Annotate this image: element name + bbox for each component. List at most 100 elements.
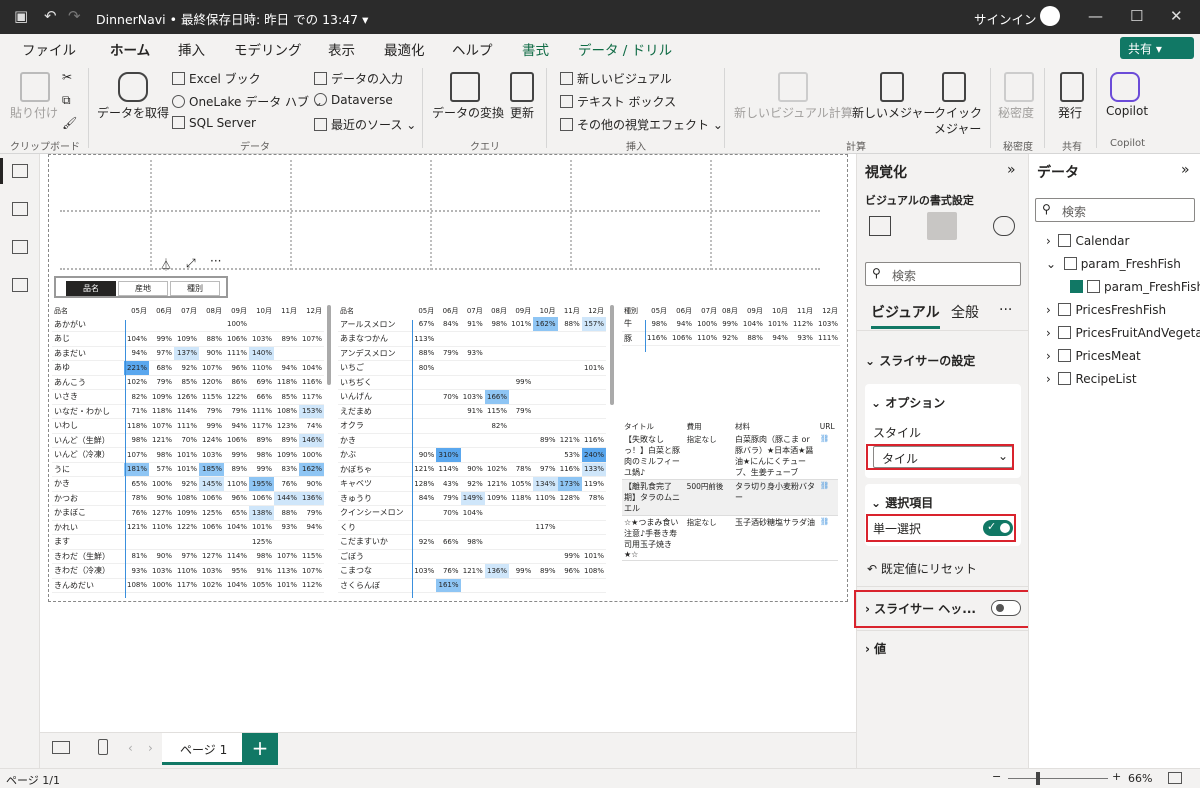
tree-item-pricesmeat[interactable]: › PricesMeat [1046,349,1141,363]
zoom-in-icon[interactable]: + [1112,770,1121,783]
table-row[interactable]: あまなつかん 113% [338,331,606,347]
table-row[interactable]: かまぼこ 76% 127% 109% 125% 65% 138% 88% 79% [52,505,324,521]
excel-workbook-button[interactable]: Excel ブック [172,70,261,87]
table-row[interactable]: いちご 80% 101% [338,360,606,376]
slicer-tile-shubetsu[interactable]: 種別 [170,281,220,296]
close-icon[interactable]: ✕ [1170,7,1183,25]
sign-in[interactable]: サインイン [974,9,1037,28]
sensitivity-button[interactable]: 秘密度 [998,104,1034,121]
save-icon[interactable]: ▣ [14,7,28,25]
filter-icon[interactable]: ⏃ [160,256,172,273]
collapse-icon[interactable]: » [1007,162,1016,178]
new-visual-calc-button[interactable]: 新しいビジュアル計算 [734,104,853,121]
options-section[interactable]: ⌄ オプション [871,394,945,411]
next-page-icon[interactable]: › [148,741,153,755]
prev-page-icon[interactable]: ‹ [128,741,133,755]
data-search-input[interactable]: ⚲ 検索 [1035,198,1195,222]
tree-item-param-freshfish[interactable]: ⌄ param_FreshFish [1046,257,1181,271]
table-row[interactable]: ます 125% [52,534,324,550]
table-row[interactable]: かき 89% 121% 116% [338,433,606,448]
table-row[interactable]: かつお 78% 90% 108% 106% 96% 106% 144% 136% [52,491,324,506]
table-row[interactable]: くり 117% [338,520,606,535]
scrollbar[interactable] [610,305,614,405]
tab-help[interactable]: ヘルプ [452,39,493,59]
build-visual-icon[interactable] [869,216,891,236]
reset-to-default[interactable]: ↶ 既定値にリセット [867,560,977,577]
get-data-button[interactable]: データを取得 [97,104,169,121]
cut-icon[interactable]: ✂ [62,70,72,84]
refresh-button[interactable]: 更新 [510,104,534,121]
table-row[interactable]: こまつな 103% 76% 121% 136% 99% 89% 96% 108% [338,563,606,579]
format-painter-icon[interactable]: 🖌 [62,116,77,130]
table-row[interactable]: アンデスメロン 88% 79% 93% [338,346,606,361]
focus-mode-icon[interactable]: ⤢ [186,256,196,271]
table-row[interactable]: きゅうり 84% 79% 149% 109% 118% 110% 128% 78% [338,491,606,506]
more-options-icon[interactable]: ··· [210,254,221,268]
desktop-view-icon[interactable] [52,741,70,754]
table-row[interactable]: いちぢく 99% [338,375,606,390]
table-row[interactable]: 豚 116% 106% 110% 92% 88% 94% 93% 111% [622,331,840,346]
avatar-icon[interactable] [1040,6,1060,26]
values-section[interactable]: › 値 [865,640,886,657]
undo-icon[interactable]: ↶ [44,7,57,25]
table-row[interactable]: こだますいか 92% 66% 98% [338,534,606,550]
fit-page-icon[interactable] [1168,772,1182,784]
tree-item-pricesfreshfish[interactable]: › PricesFreshFish [1046,303,1166,317]
format-visual-icon[interactable] [927,212,957,240]
maximize-icon[interactable]: ☐ [1130,7,1143,25]
model-view-icon[interactable] [12,240,28,254]
tree-item-pricesfruit[interactable]: › PricesFruitAndVegeta... [1046,326,1200,340]
table-row[interactable]: アールスメロン 67% 84% 91% 98% 101% 162% 88% 157% [338,317,606,332]
minimize-icon[interactable]: — [1088,7,1103,25]
tab-modeling[interactable]: モデリング [234,39,302,59]
copilot-button[interactable]: Copilot [1106,104,1148,118]
tab-format[interactable]: 書式 [522,39,549,59]
tab-file[interactable]: ファイル [22,39,76,59]
table-row[interactable]: いんげん 70% 103% 166% [338,389,606,405]
textbox-button[interactable]: テキスト ボックス [560,93,676,110]
table-row[interactable]: えだまめ 91% 115% 79% [338,404,606,419]
table-row[interactable]: きわだ（冷凍） 93% 103% 110% 103% 95% 91% 113% 107% [52,563,324,579]
table-row[interactable]: いわし 118% 107% 111% 99% 94% 117% 123% 74% [52,418,324,434]
tab-insert[interactable]: 挿入 [178,39,205,59]
table-row[interactable]: きんめだい 108% 100% 117% 102% 104% 105% 101% 112% [52,578,324,593]
table-row[interactable]: クインシーメロン 70% 104% [338,505,606,521]
table-row[interactable]: あんこう 102% 79% 85% 120% 86% 69% 118% 116% [52,375,324,390]
report-view-icon[interactable] [12,164,28,178]
new-measure-button[interactable]: 新しいメジャー [852,104,935,121]
table-row[interactable]: あゆ 221% 68% 92% 107% 96% 110% 94% 104% [52,360,324,376]
table-row[interactable]: あじ 104% 99% 109% 88% 106% 103% 89% 107% [52,331,324,347]
enter-data-button[interactable]: データの入力 [314,70,403,87]
sql-server-button[interactable]: SQL Server [172,116,256,130]
tab-view[interactable]: 表示 [328,39,355,59]
tab-visual[interactable]: ビジュアル [871,302,940,329]
analytics-icon[interactable] [993,216,1015,236]
more-options-icon[interactable]: ··· [999,302,1012,318]
copy-icon[interactable]: ⧉ [62,93,71,108]
dataverse-button[interactable]: Dataverse [314,93,393,107]
tree-item-calendar[interactable]: › Calendar [1046,234,1129,248]
onelake-button[interactable]: OneLake データ ハブ ⌄ [172,93,323,110]
mobile-view-icon[interactable] [98,739,108,755]
zoom-slider-thumb[interactable] [1036,772,1040,785]
table-row[interactable]: きわだ（生鮮） 81% 90% 97% 127% 114% 98% 107% 115% [52,549,324,564]
table-row[interactable]: さくらんぼ 161% [338,578,606,593]
quick-measure-button-line2[interactable]: メジャー [934,120,981,137]
table-row[interactable]: うに 181% 57% 101% 185% 89% 99% 83% 162% [52,462,324,477]
slicer-tile-hinmei[interactable]: 品名 [66,281,116,296]
recent-sources-button[interactable]: 最近のソース ⌄ [314,116,416,133]
new-visual-button[interactable]: 新しいビジュアル [560,70,672,87]
add-page-button[interactable]: + [242,733,278,765]
table-row[interactable]: かき 65% 100% 92% 145% 110% 195% 76% 90% [52,476,324,492]
table-row[interactable]: いなだ・わかし 71% 118% 114% 79% 79% 111% 108% 153% [52,404,324,419]
publish-button[interactable]: 発行 [1058,104,1082,121]
zoom-out-icon[interactable]: − [992,770,1001,783]
tree-field-param-freshfish[interactable]: param_FreshFish [1070,280,1200,294]
viz-search-input[interactable]: ⚲ 検索 [865,262,1021,286]
link-icon[interactable]: ⛓ [817,433,838,480]
slicer-settings-section[interactable]: ⌄ スライサーの設定 [865,352,975,369]
dax-view-icon[interactable] [12,278,28,292]
table-row[interactable]: あまだい 94% 97% 137% 90% 111% 140% [52,346,324,361]
table-row[interactable]: ごぼう 99% 101% [338,549,606,564]
app-title[interactable]: DinnerNavi • 最終保存日時: 昨日 での 13:47 ▾ [96,9,368,28]
